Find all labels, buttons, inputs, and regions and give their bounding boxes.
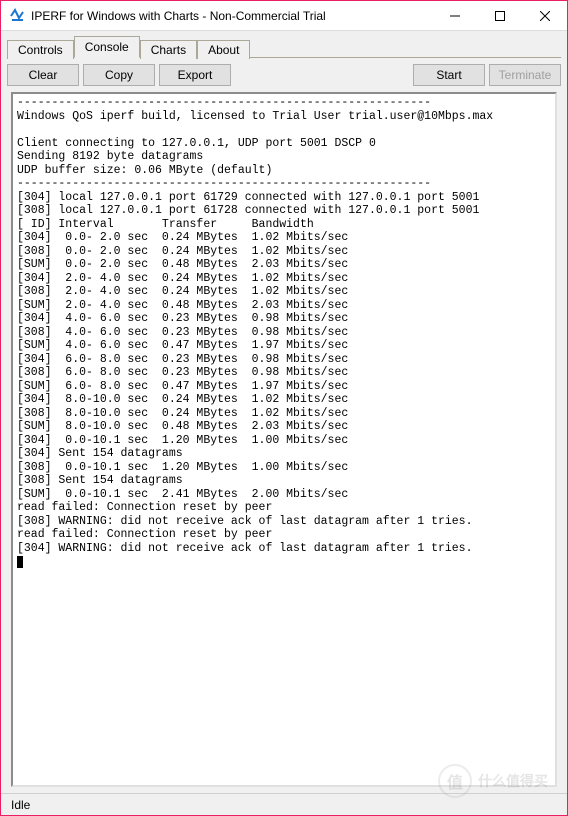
- console-output[interactable]: ----------------------------------------…: [11, 92, 557, 787]
- toolbar: Clear Copy Export Start Terminate: [1, 58, 567, 92]
- tab-strip: Controls Console Charts About: [1, 31, 567, 57]
- tab-controls[interactable]: Controls: [7, 40, 74, 59]
- minimize-button[interactable]: [432, 1, 477, 30]
- tab-console[interactable]: Console: [74, 36, 140, 58]
- close-button[interactable]: [522, 1, 567, 30]
- maximize-button[interactable]: [477, 1, 522, 30]
- tab-charts[interactable]: Charts: [140, 40, 197, 59]
- copy-button[interactable]: Copy: [83, 64, 155, 86]
- console-text: ----------------------------------------…: [17, 96, 493, 555]
- status-bar: Idle: [1, 793, 567, 815]
- status-text: Idle: [11, 798, 30, 812]
- window-controls: [432, 1, 567, 30]
- export-button[interactable]: Export: [159, 64, 231, 86]
- toolbar-spacer: [235, 64, 409, 86]
- window-title: IPERF for Windows with Charts - Non-Comm…: [31, 9, 432, 23]
- titlebar: IPERF for Windows with Charts - Non-Comm…: [1, 1, 567, 31]
- terminate-button[interactable]: Terminate: [489, 64, 561, 86]
- tab-about[interactable]: About: [197, 40, 250, 59]
- app-icon: [9, 8, 25, 24]
- start-button[interactable]: Start: [413, 64, 485, 86]
- clear-button[interactable]: Clear: [7, 64, 79, 86]
- app-window: IPERF for Windows with Charts - Non-Comm…: [0, 0, 568, 816]
- text-cursor: [17, 556, 23, 568]
